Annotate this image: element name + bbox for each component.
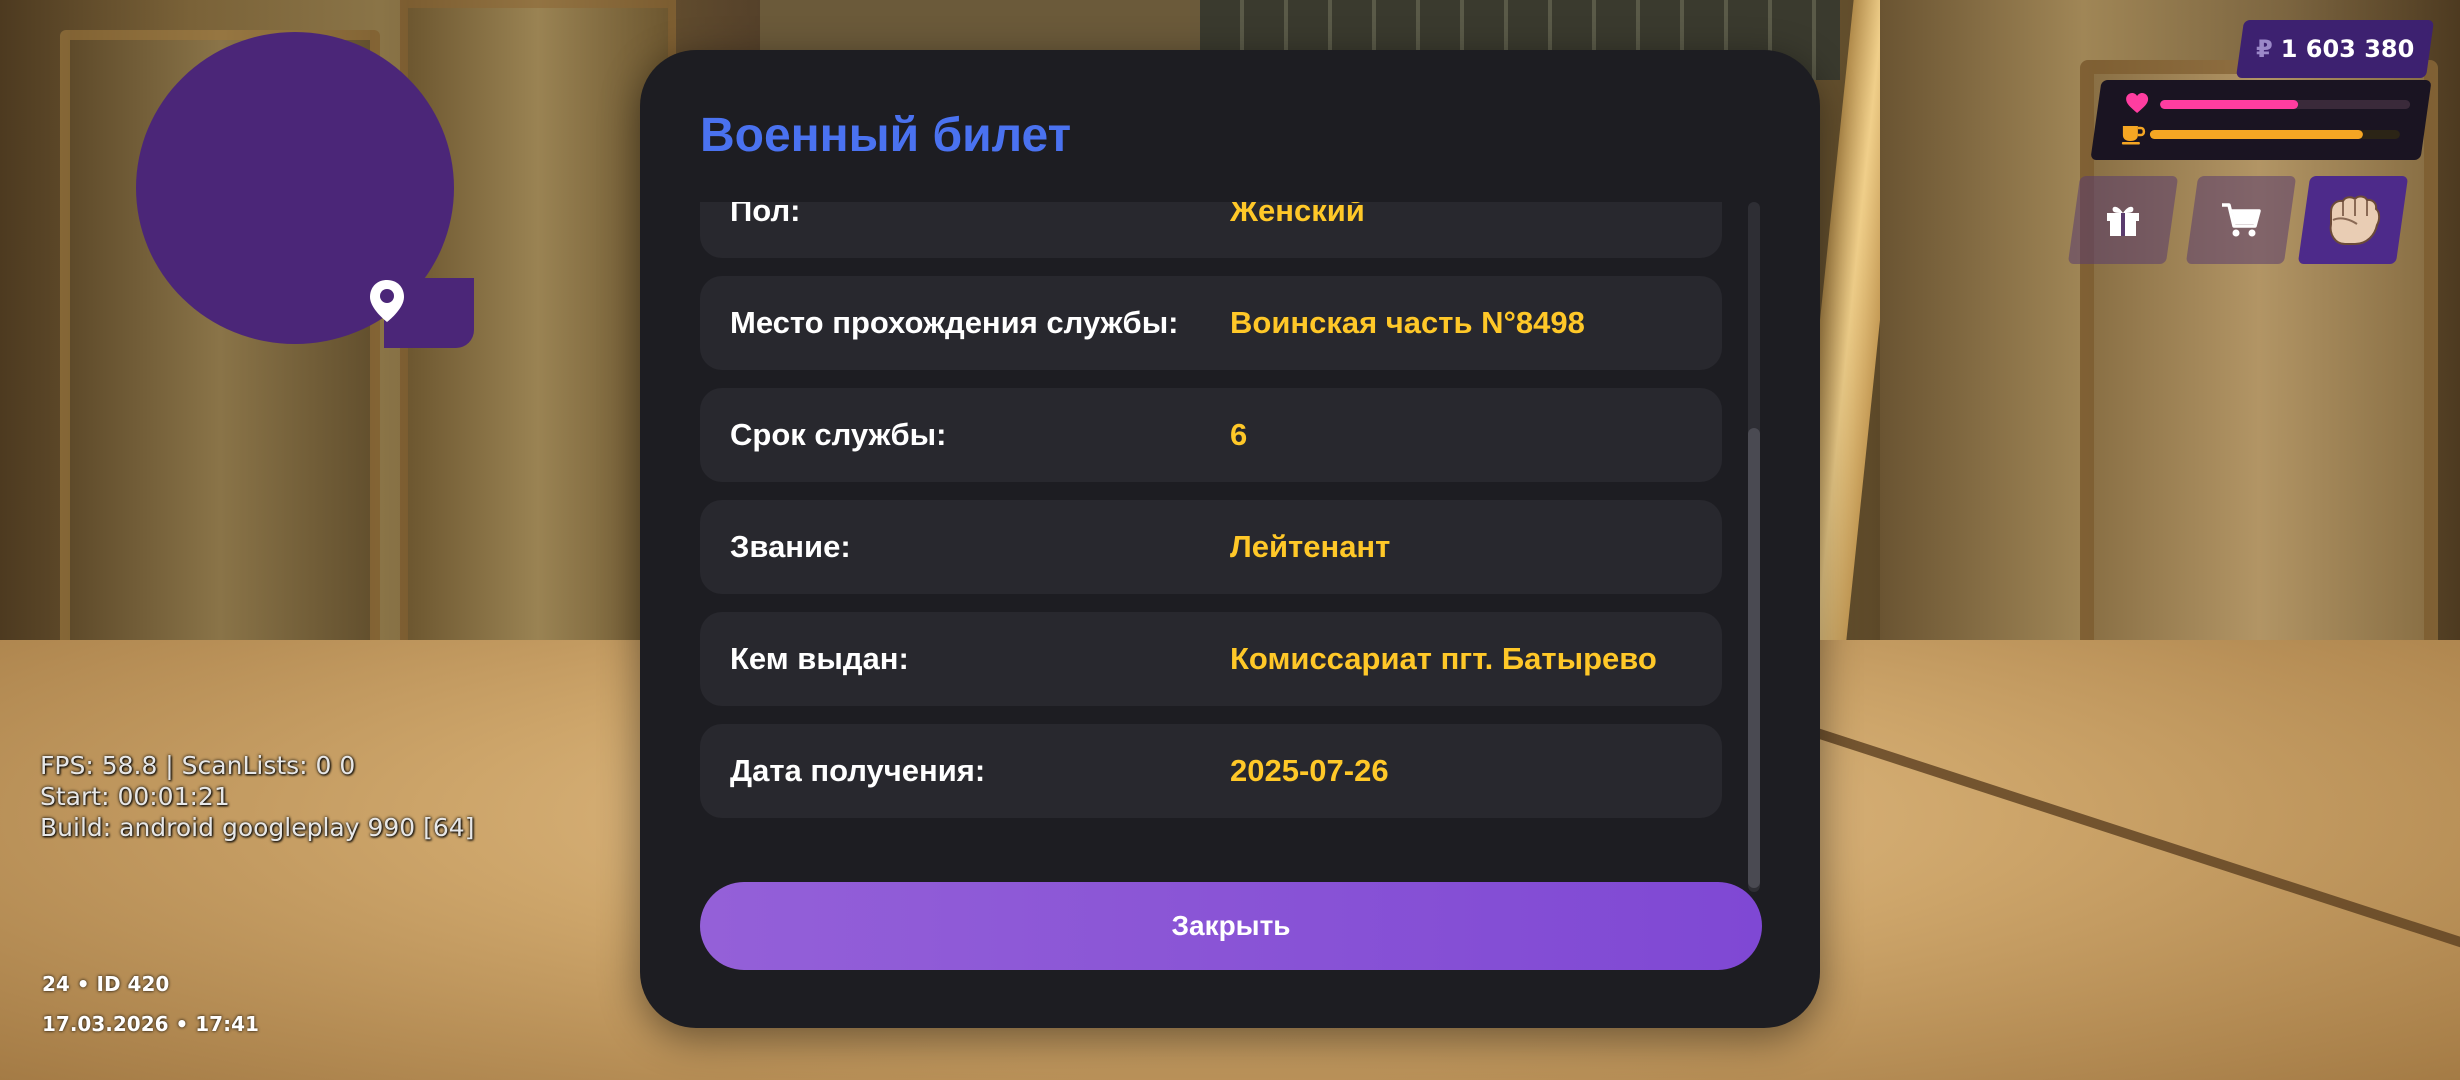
fist-icon [2329,195,2381,245]
server-id: 24 • ID 420 [42,972,170,996]
row-value: Женский [1230,202,1365,228]
stats-panel [2090,80,2432,160]
row-value: 2025-07-26 [1230,753,1389,788]
close-button[interactable]: Закрыть [700,882,1762,970]
ruble-icon: ₽ [2255,35,2273,63]
row-value: Комиссариат пгт. Батырево [1230,641,1657,676]
map-pin-icon[interactable] [368,278,406,324]
debug-build: Build: android googleplay 990 [64] [40,813,475,842]
coffee-cup-icon [2121,126,2146,145]
row-value: Лейтенант [1230,529,1391,564]
debug-fps: FPS: 58.8 | ScanLists: 0 0 [40,751,356,780]
health-bar [2160,100,2411,109]
row-label: Дата получения: [730,753,986,788]
military-id-dialog: Военный билет Пол: Женский Место прохожд… [640,50,1820,1028]
gift-button[interactable] [2067,176,2179,264]
info-row-rank: Звание: Лейтенант [700,500,1722,594]
row-label: Звание: [730,529,851,564]
scrollbar[interactable] [1748,202,1760,892]
row-label: Пол: [730,202,801,228]
left-wall-panel [400,0,676,736]
row-label: Кем выдан: [730,641,909,676]
gift-icon [2107,206,2139,236]
scrollbar-thumb[interactable] [1748,428,1760,888]
money-amount: 1 603 380 [2280,35,2415,63]
row-label: Место прохождения службы: [730,305,1179,340]
health-bar-fill [2160,100,2298,109]
hunger-bar-fill [2149,130,2363,139]
minimap[interactable] [136,32,474,348]
info-list[interactable]: Пол: Женский Место прохождения службы: В… [700,202,1722,896]
info-row-gender: Пол: Женский [700,202,1722,258]
dialog-title: Военный билет [700,109,1072,162]
debug-info: FPS: 58.8 | ScanLists: 0 0 Start: 00:01:… [40,750,474,843]
row-value: 6 [1230,417,1248,452]
heart-icon [2126,93,2149,113]
cart-icon [2222,203,2261,237]
row-label: Срок службы: [730,417,947,452]
info-row-issue-date: Дата получения: 2025-07-26 [700,724,1722,818]
row-value: Воинская часть N°8498 [1230,305,1585,340]
info-row-service-term: Срок службы: 6 [700,388,1722,482]
info-row-service-place: Место прохождения службы: Воинская часть… [700,276,1722,370]
shop-button[interactable] [2185,176,2297,264]
fist-weapon-button[interactable] [2297,176,2409,264]
hunger-bar [2149,130,2400,139]
money-display: ₽1 603 380 [2235,20,2435,78]
debug-start: Start: 00:01:21 [40,782,230,811]
date-time: 17.03.2026 • 17:41 [42,1012,259,1036]
info-row-issued-by: Кем выдан: Комиссариат пгт. Батырево [700,612,1722,706]
